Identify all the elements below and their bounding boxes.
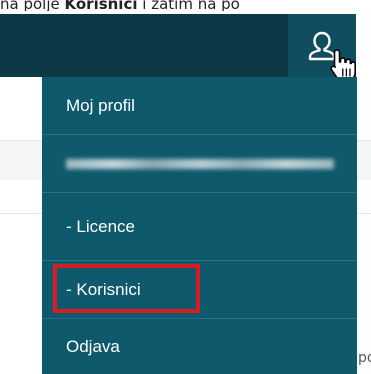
menu-item-licence[interactable]: - Licence — [42, 193, 357, 261]
blurred-company-name — [66, 159, 334, 169]
page-text-fragment: po — [358, 350, 371, 366]
caption-bold: Korisnici — [64, 0, 138, 11]
menu-item-moj-profil[interactable]: Moj profil — [42, 77, 357, 135]
menu-item-label: Moj profil — [66, 96, 135, 115]
menu-item-label: Odjava — [66, 337, 120, 356]
highlight-box — [53, 264, 200, 313]
top-navigation-bar — [0, 14, 356, 82]
menu-item-company[interactable] — [42, 135, 357, 193]
user-menu-button[interactable] — [288, 14, 356, 82]
tutorial-caption: na polje Korisnici i zatim na po — [0, 0, 371, 11]
caption-prefix: na polje — [0, 0, 65, 11]
user-dropdown-menu: Moj profil - Licence - Korisnici Odjava — [42, 77, 357, 374]
menu-item-odjava[interactable]: Odjava — [42, 319, 357, 374]
menu-item-label: - Licence — [66, 217, 135, 236]
caption-suffix: i zatim na po — [137, 0, 240, 11]
